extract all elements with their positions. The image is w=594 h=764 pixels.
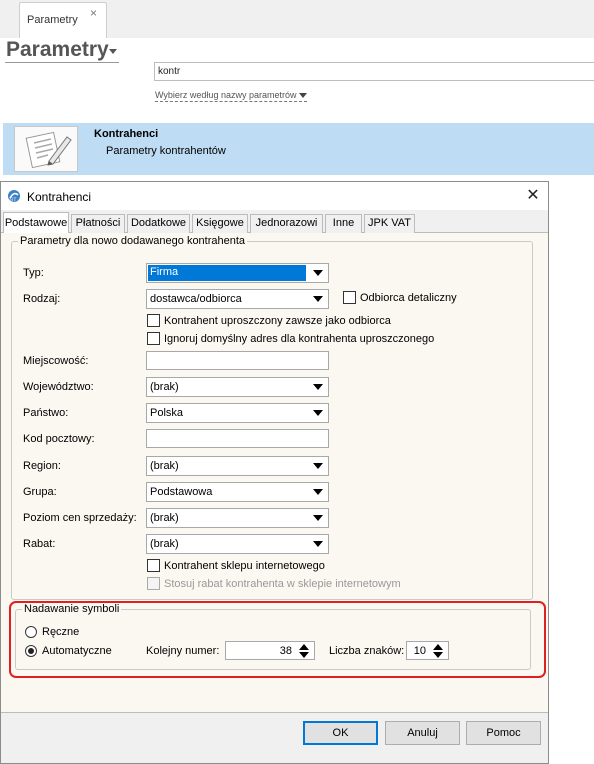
radio-automatic[interactable] — [25, 645, 37, 657]
chars-count-value: 10 — [413, 645, 426, 657]
chevron-down-icon — [310, 265, 327, 281]
cancel-button[interactable]: Anuluj — [385, 721, 460, 745]
search-mode-dropdown[interactable]: Wybierz według nazwy parametrów — [155, 90, 308, 102]
help-button[interactable]: Pomoc — [466, 721, 541, 745]
typ-label: Typ: — [23, 267, 44, 279]
wojewodztwo-select[interactable]: (brak) — [146, 377, 329, 397]
chevron-down-icon — [310, 536, 327, 552]
poziom-cen-select[interactable]: (brak) — [146, 508, 329, 528]
spinner-arrows-icon[interactable] — [430, 642, 447, 659]
next-number-spinner[interactable]: 38 — [225, 641, 315, 660]
chevron-down-icon — [310, 458, 327, 474]
tab-jpk-vat[interactable]: JPK VAT — [364, 214, 415, 233]
poziom-cen-value: (brak) — [150, 512, 179, 524]
app-tabstrip: Parametry × — [0, 0, 594, 38]
page-title[interactable]: Parametry — [6, 38, 109, 62]
dialog-titlebar[interactable]: GT Kontrahenci ✕ — [1, 182, 548, 210]
result-title: Kontrahenci — [94, 128, 159, 140]
ok-button[interactable]: OK — [303, 721, 378, 745]
chevron-down-icon — [310, 379, 327, 395]
grupa-select[interactable]: Podstawowa — [146, 482, 329, 502]
tab-dodatkowe[interactable]: Dodatkowe — [127, 214, 190, 233]
rabat-sklep-checkbox[interactable] — [147, 577, 160, 590]
miejscowosc-field[interactable] — [146, 351, 329, 370]
uproszczony-checkbox[interactable] — [147, 314, 160, 327]
region-select[interactable]: (brak) — [146, 456, 329, 476]
poziom-cen-label: Poziom cen sprzedaży: — [23, 512, 137, 524]
spinner-arrows-icon[interactable] — [296, 642, 313, 659]
tab-panel-podstawowe: Parametry dla nowo dodawanego kontrahent… — [1, 233, 548, 713]
miejscowosc-label: Miejscowość: — [23, 355, 89, 367]
tab-inne[interactable]: Inne — [325, 214, 362, 233]
kod-pocztowy-field[interactable] — [146, 429, 329, 448]
close-icon[interactable]: × — [90, 6, 97, 20]
next-number-value: 38 — [279, 645, 292, 657]
chevron-down-icon — [310, 405, 327, 421]
rodzaj-value: dostawca/odbiorca — [150, 293, 242, 305]
search-mode-label: Wybierz według nazwy parametrów — [155, 90, 297, 100]
radio-automatic-label: Automatyczne — [42, 645, 112, 657]
dialog-tabbar: Podstawowe Płatności Dodatkowe Księgowe … — [1, 212, 548, 233]
radio-manual-label: Ręczne — [42, 626, 80, 638]
app-tab-label: Parametry — [27, 14, 78, 26]
sklep-internetowy-checkbox[interactable] — [147, 559, 160, 572]
rabat-label: Rabat: — [23, 538, 56, 550]
sklep-internetowy-label: Kontrahent sklepu internetowego — [164, 560, 325, 572]
rodzaj-select[interactable]: dostawca/odbiorca — [146, 289, 329, 309]
odbiorca-detaliczny-checkbox[interactable] — [343, 291, 356, 304]
app-logo-icon: GT — [8, 190, 20, 204]
region-label: Region: — [23, 460, 61, 472]
rabat-sklep-label: Stosuj rabat kontrahenta w sklepie inter… — [164, 578, 401, 590]
tab-platnosci[interactable]: Płatności — [71, 214, 125, 233]
tab-ksiegowe[interactable]: Księgowe — [192, 214, 248, 233]
chevron-down-icon — [299, 93, 308, 99]
radio-manual[interactable] — [25, 626, 37, 638]
uproszczony-label: Kontrahent uproszczony zawsze jako odbio… — [164, 315, 391, 327]
result-row-kontrahenci[interactable]: Kontrahenci Parametry kontrahentów — [3, 123, 594, 175]
typ-value: Firma — [148, 265, 306, 281]
search-input[interactable] — [154, 62, 594, 81]
chevron-down-icon — [310, 510, 327, 526]
panstwo-label: Państwo: — [23, 407, 69, 419]
rabat-value: (brak) — [150, 538, 179, 550]
panstwo-select[interactable]: Polska — [146, 403, 329, 423]
next-number-label: Kolejny numer: — [146, 645, 220, 657]
dialog-title: Kontrahenci — [27, 190, 92, 204]
app-tab-parametry[interactable]: Parametry × — [19, 2, 107, 38]
result-subtitle: Parametry kontrahentów — [106, 145, 226, 157]
kontrahenci-dialog: GT Kontrahenci ✕ Podstawowe Płatności Do… — [0, 181, 549, 764]
kod-pocztowy-label: Kod pocztowy: — [23, 433, 95, 445]
chevron-down-icon — [310, 484, 327, 500]
group-legend: Parametry dla nowo dodawanego kontrahent… — [20, 235, 246, 247]
tab-jednorazowi[interactable]: Jednorazowi — [250, 214, 323, 233]
close-icon[interactable]: ✕ — [521, 185, 545, 207]
ignoruj-adres-label: Ignoruj domyślny adres dla kontrahenta u… — [164, 333, 435, 345]
wojewodztwo-value: (brak) — [150, 381, 179, 393]
odbiorca-detaliczny-label: Odbiorca detaliczny — [360, 292, 457, 304]
document-pen-icon — [14, 126, 78, 172]
chars-count-spinner[interactable]: 10 — [406, 641, 449, 660]
rodzaj-label: Rodzaj: — [23, 293, 61, 305]
chars-count-label: Liczba znaków: — [329, 645, 405, 657]
ignoruj-adres-checkbox[interactable] — [147, 332, 160, 345]
chevron-down-icon — [310, 291, 327, 307]
chevron-down-icon[interactable] — [109, 49, 117, 54]
wojewodztwo-label: Województwo: — [23, 381, 94, 393]
grupa-label: Grupa: — [23, 486, 57, 498]
tab-podstawowe[interactable]: Podstawowe — [3, 212, 69, 233]
rabat-select[interactable]: (brak) — [146, 534, 329, 554]
panstwo-value: Polska — [150, 407, 184, 419]
region-value: (brak) — [150, 460, 179, 472]
group-legend: Nadawanie symboli — [24, 603, 120, 615]
grupa-value: Podstawowa — [150, 486, 213, 498]
divider — [5, 62, 119, 63]
svg-text:GT: GT — [10, 198, 17, 204]
typ-select[interactable]: Firma — [146, 263, 329, 283]
